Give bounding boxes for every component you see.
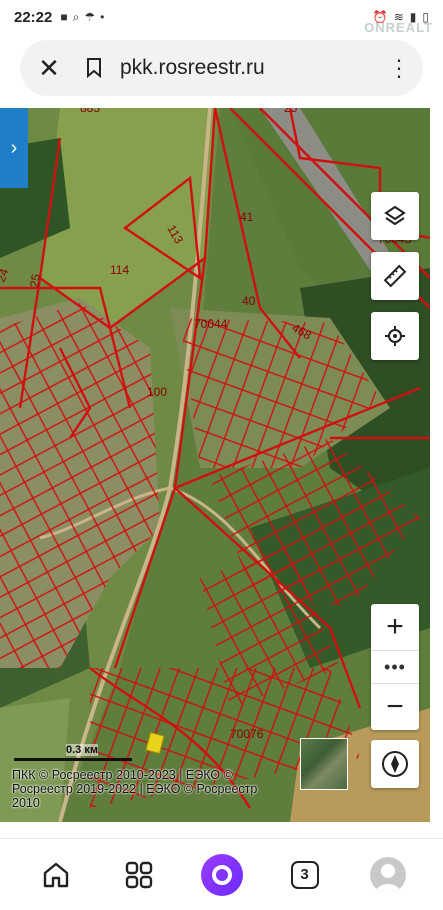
close-icon[interactable]: ✕	[34, 53, 64, 84]
locate-button[interactable]	[371, 312, 419, 360]
alice-assistant-button[interactable]	[197, 850, 247, 900]
home-icon	[43, 862, 68, 887]
bookmark-icon[interactable]	[80, 58, 108, 78]
compass-icon	[382, 751, 408, 777]
parcel-label-25-top[interactable]: 25	[284, 108, 298, 115]
tabs-button[interactable]: 3	[280, 850, 330, 900]
zoom-in-button[interactable]: +	[371, 604, 419, 650]
parcel-label-100[interactable]: 100	[147, 385, 167, 399]
more-menu-icon[interactable]: · · ·	[389, 49, 409, 87]
ruler-icon	[383, 264, 407, 288]
watermark: ONREALT	[364, 20, 433, 35]
address-bar[interactable]: ✕ pkk.rosreestr.ru · · ·	[20, 40, 423, 96]
apps-button[interactable]	[114, 850, 164, 900]
measure-button[interactable]	[371, 252, 419, 300]
avatar-icon	[369, 856, 406, 893]
parcel-label-885[interactable]: 885	[80, 108, 100, 115]
map-canvas[interactable]: 113 41 114 25 40 70044 468 100 70076 700…	[0, 108, 430, 822]
satellite-thumbnail[interactable]	[300, 738, 348, 790]
layers-icon	[384, 205, 406, 226]
cadastral-map[interactable]: 113 41 114 25 40 70044 468 100 70076 700…	[0, 108, 430, 822]
parcel-label-25[interactable]: 25	[27, 273, 43, 289]
zoom-out-button[interactable]: −	[371, 684, 419, 730]
parcel-label-70076[interactable]: 70076	[230, 727, 264, 741]
scale-label: 0.3 км	[66, 744, 98, 756]
parcel-label-40[interactable]: 40	[242, 294, 256, 308]
profile-button[interactable]	[363, 850, 413, 900]
folder-icon: ■	[60, 10, 68, 24]
url-text[interactable]: pkk.rosreestr.ru	[120, 56, 265, 80]
parcel-label-114[interactable]: 114	[110, 263, 129, 277]
expand-panel-button[interactable]: ›	[0, 108, 28, 188]
compass-button[interactable]	[371, 740, 419, 788]
map-attribution: ПКК © Росреестр 2010-2023 | ЕЭКО © Росре…	[12, 768, 258, 810]
crosshair-icon	[385, 326, 405, 346]
layers-button[interactable]	[371, 192, 419, 240]
grid-icon	[125, 861, 152, 888]
tabs-count: 3	[290, 860, 319, 889]
umbrella-icon: ☂	[84, 10, 96, 24]
home-button[interactable]	[31, 850, 81, 900]
parcel-label-70044[interactable]: 70044	[194, 317, 228, 331]
bottom-navigation: 3	[0, 838, 443, 910]
more-options-button[interactable]: •••	[371, 650, 419, 684]
dot-icon: •	[100, 10, 105, 24]
zoom-control: + ••• −	[371, 604, 419, 730]
alice-icon	[200, 853, 243, 896]
search-icon: ⌕	[72, 9, 80, 24]
parcel-label-41[interactable]: 41	[240, 210, 254, 224]
chevron-right-icon: ›	[10, 136, 18, 159]
status-time: 22:22	[14, 8, 53, 26]
status-bar: 22:22 ■ ⌕ ☂ • ⏰ ≋ ▮ ▯ ONREALT	[0, 0, 443, 35]
